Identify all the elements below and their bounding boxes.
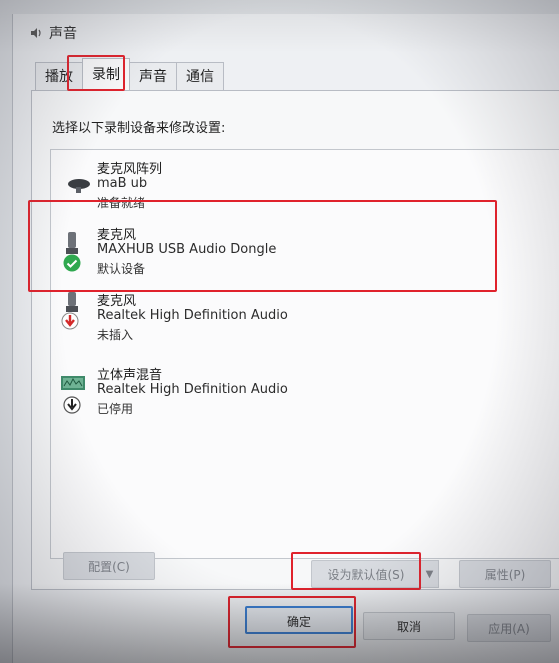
set-default-dropdown[interactable]: ▼ (421, 560, 439, 588)
speaker-icon (31, 28, 41, 38)
tab-communications[interactable]: 通信 (176, 62, 224, 90)
tab-sounds[interactable]: 声音 (129, 62, 177, 90)
device-status: 未插入 (97, 328, 134, 342)
device-list[interactable]: 麦克风阵列 maB ub 准备就绪 麦克风 MAXHUB USB Audio D… (50, 149, 559, 559)
device-name: 麦克风 (97, 294, 137, 309)
properties-button[interactable]: 属性(P) (459, 560, 551, 588)
tab-playback[interactable]: 播放 (35, 62, 83, 90)
device-name: 立体声混音 (97, 368, 163, 383)
apply-button[interactable]: 应用(A) (467, 614, 551, 642)
device-description: Realtek High Definition Audio (97, 308, 288, 323)
device-name: 麦克风 (97, 228, 137, 243)
device-description: MAXHUB USB Audio Dongle (97, 242, 277, 257)
instruction-text: 选择以下录制设备来修改设置: (52, 121, 226, 136)
device-status: 已停用 (97, 402, 134, 416)
green-check-icon (63, 254, 81, 272)
microphone-icon (66, 232, 78, 254)
chevron-down-icon: ▼ (425, 569, 434, 580)
list-item-maxhub-mic[interactable]: 麦克风 MAXHUB USB Audio Dongle 默认设备 (51, 220, 559, 282)
device-status: 默认设备 (97, 262, 146, 276)
window-title: 声音 (49, 26, 77, 42)
device-description: maB ub (97, 176, 148, 191)
configure-button[interactable]: 配置(C) (63, 552, 155, 580)
device-description: Realtek High Definition Audio (97, 382, 288, 397)
list-item-realtek-mic[interactable]: 麦克风 Realtek High Definition Audio 未插入 (51, 290, 559, 352)
microphone-icon (66, 292, 78, 312)
set-default-button[interactable]: 设为默认值(S) (311, 560, 421, 588)
list-item-stereo-mix[interactable]: 立体声混音 Realtek High Definition Audio 已停用 (51, 362, 559, 424)
stereo-mix-icon (61, 376, 85, 390)
cancel-button[interactable]: 取消 (363, 612, 455, 640)
title-bar: 声音 (13, 14, 559, 52)
device-status: 准备就绪 (97, 196, 146, 210)
ok-button[interactable]: 确定 (245, 606, 353, 634)
sound-dialog: 声音 播放 录制 声音 通信 选择以下录制设备来修改设置: 麦克风阵列 maB … (12, 14, 559, 663)
list-item-mic-array[interactable]: 麦克风阵列 maB ub 准备就绪 (51, 158, 559, 210)
tab-recording[interactable]: 录制 (82, 58, 130, 90)
tab-strip: 播放 录制 声音 通信 (35, 58, 224, 90)
red-down-arrow-icon (61, 312, 79, 330)
down-arrow-icon (63, 396, 81, 414)
device-name: 麦克风阵列 (97, 162, 163, 177)
mic-array-icon (68, 179, 90, 193)
recording-panel: 选择以下录制设备来修改设置: 麦克风阵列 maB ub 准备就绪 麦克风 MAX… (31, 90, 559, 590)
